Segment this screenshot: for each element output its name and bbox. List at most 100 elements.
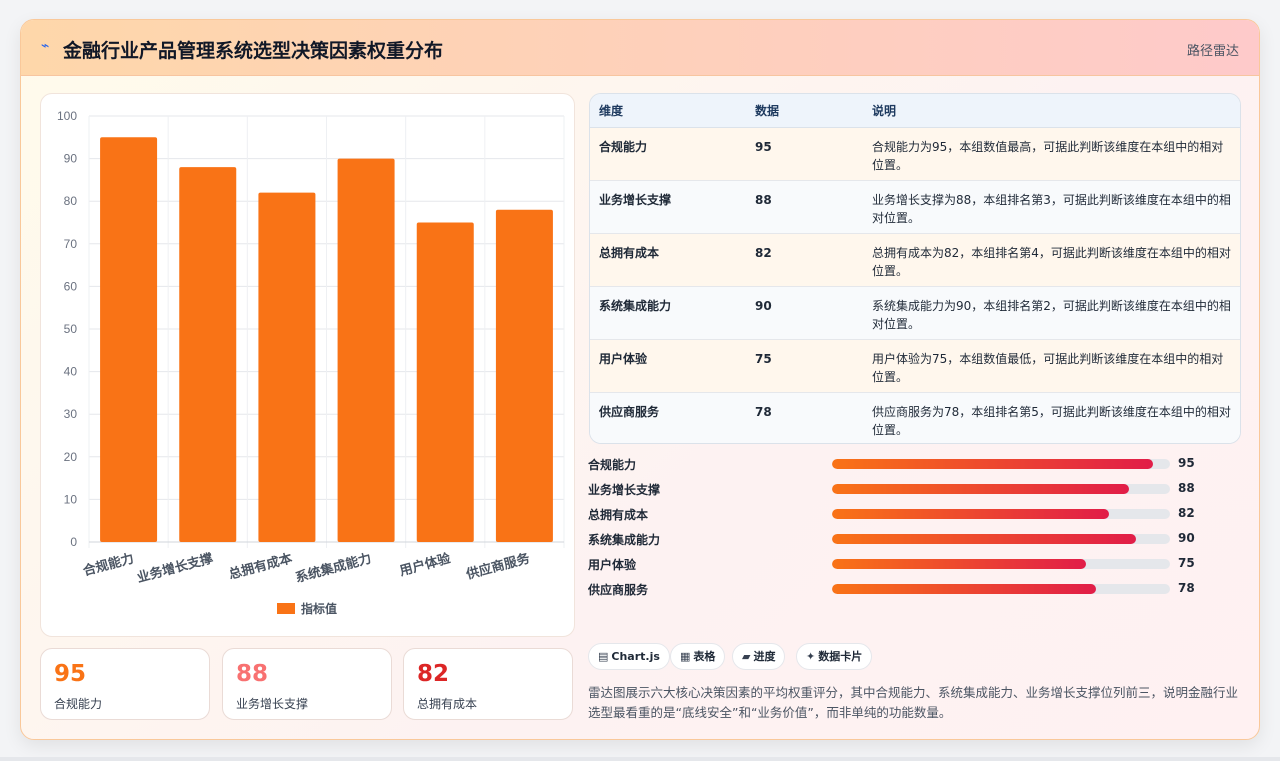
chart-icon: ▤: [598, 650, 609, 663]
table-row: 用户体验 75 用户体验为75，本组数值最低，可据此判断该维度在本组中的相对位置…: [590, 339, 1240, 393]
table-header-row: 维度 数据 说明: [590, 94, 1240, 128]
table-row: 合规能力 95 合规能力为95，本组数值最高，可据此判断该维度在本组中的相对位置…: [590, 127, 1240, 181]
header-bar: ⌁ 金融行业产品管理系统选型决策因素权重分布 路径雷达: [21, 20, 1259, 76]
progress-label: 合规能力: [588, 458, 637, 472]
progress-label: 系统集成能力: [588, 533, 661, 547]
table-row: 总拥有成本 82 总拥有成本为82，本组排名第4，可据此判断该维度在本组中的相对…: [590, 233, 1240, 287]
bar: [179, 167, 237, 542]
progress-icon: ▰: [742, 650, 751, 663]
kpi-value: 95: [54, 661, 87, 687]
x-tick-label: 供应商服务: [464, 550, 533, 583]
progress-track: [832, 534, 1170, 544]
data-table: 维度 数据 说明 合规能力 95 合规能力为95，本组数值最高，可据此判断该维度…: [589, 93, 1241, 444]
progress-label: 业务增长支撑: [588, 483, 661, 497]
progress-value: 88: [1178, 481, 1195, 495]
bar: [100, 137, 158, 543]
progress-list: 合规能力 95 业务增长支撑 88 总拥有成本 82 系统集成能力 90 用户体…: [588, 456, 1228, 606]
table-header-value: 数据: [746, 94, 863, 128]
tag-label: 表格: [693, 650, 716, 663]
progress-label: 用户体验: [588, 558, 637, 572]
progress-row: 业务增长支撑 88: [588, 481, 1228, 506]
kpi-value: 82: [417, 661, 450, 687]
tag-label: Chart.js: [611, 650, 660, 663]
bar: [337, 158, 395, 542]
progress-value: 78: [1178, 581, 1195, 595]
tag-label: 进度: [753, 650, 776, 663]
page-title: 金融行业产品管理系统选型决策因素权重分布: [63, 40, 444, 62]
cell-note: 供应商服务为78，本组排名第5，可据此判断该维度在本组中的相对位置。: [872, 404, 1231, 437]
cell-value: 88: [746, 180, 863, 234]
x-tick-label: 用户体验: [397, 550, 453, 579]
x-tick-label: 系统集成能力: [294, 550, 373, 586]
y-tick-label: 50: [64, 322, 78, 336]
cell-dimension: 系统集成能力: [590, 286, 746, 340]
card-icon: ✦: [806, 650, 816, 663]
kpi-card-1: 95 合规能力: [40, 648, 210, 720]
progress-track: [832, 584, 1170, 594]
legend-swatch: [277, 603, 295, 614]
kpi-card-2: 88 业务增长支撑: [222, 648, 392, 720]
tag-data-card[interactable]: ✦ 数据卡片: [796, 643, 873, 670]
table-row: 系统集成能力 90 系统集成能力为90，本组排名第2，可据此判断该维度在本组中的…: [590, 286, 1240, 340]
tag-progress[interactable]: ▰ 进度: [732, 643, 786, 670]
y-tick-label: 40: [64, 365, 78, 379]
progress-fill: [832, 484, 1130, 494]
progress-fill: [832, 559, 1086, 569]
progress-value: 82: [1178, 506, 1195, 520]
tag-table[interactable]: ▦ 表格: [670, 643, 726, 670]
x-tick-label: 总拥有成本: [227, 550, 294, 582]
table-icon: ▦: [680, 650, 691, 663]
cell-note: 总拥有成本为82，本组排名第4，可据此判断该维度在本组中的相对位置。: [863, 233, 1240, 287]
cell-value: 75: [746, 339, 863, 393]
bar-chart: 0 10 20 30 40 50 60 70 80 90 100 合规能力 业务增长支撑 总拥有成本 系统集…: [57, 109, 565, 616]
y-tick-label: 60: [64, 279, 78, 293]
legend-label: 指标值: [301, 601, 337, 616]
y-tick-label: 0: [70, 535, 77, 549]
cell-dimension: 业务增长支撑: [590, 180, 746, 234]
y-tick-label: 100: [57, 109, 77, 123]
y-tick-label: 20: [64, 450, 78, 464]
kpi-value: 88: [236, 661, 269, 687]
y-tick-label: 30: [64, 407, 78, 421]
cell-note: 系统集成能力为90，本组排名第2，可据此判断该维度在本组中的相对位置。: [863, 286, 1240, 340]
progress-track: [832, 459, 1170, 469]
progress-row: 合规能力 95: [588, 456, 1228, 481]
bar: [495, 209, 553, 542]
progress-track: [832, 509, 1170, 519]
x-tick-label: 业务增长支撑: [135, 550, 214, 586]
cell-dimension: 总拥有成本: [590, 233, 746, 287]
cell-value: 90: [746, 286, 863, 340]
table-row: 业务增长支撑 88 业务增长支撑为88，本组排名第3，可据此判断该维度在本组中的…: [590, 180, 1240, 234]
bar: [258, 192, 316, 542]
kpi-label: 合规能力: [54, 697, 103, 711]
cell-value: 78: [755, 404, 772, 419]
progress-label: 供应商服务: [588, 583, 649, 597]
progress-label: 总拥有成本: [588, 508, 649, 522]
line-chart-icon: ⌁: [41, 38, 50, 54]
kpi-card-3: 82 总拥有成本: [403, 648, 573, 720]
tag-label: 数据卡片: [818, 650, 863, 663]
x-tick-label: 合规能力: [81, 550, 135, 579]
table-header-note: 说明: [863, 94, 1240, 128]
bar-chart-panel: 0 10 20 30 40 50 60 70 80 90 100 合规能力 业务增长支撑 总拥有成本 系统集…: [40, 93, 575, 637]
progress-value: 90: [1178, 531, 1195, 545]
progress-fill: [832, 584, 1096, 594]
cell-note: 用户体验为75，本组数值最低，可据此判断该维度在本组中的相对位置。: [863, 339, 1240, 393]
y-tick-label: 90: [64, 152, 78, 166]
progress-fill: [832, 459, 1154, 469]
progress-track: [832, 559, 1170, 569]
progress-track: [832, 484, 1170, 494]
y-tick-label: 10: [64, 492, 78, 506]
y-tick-label: 70: [64, 237, 78, 251]
header-subtitle: 路径雷达: [1186, 44, 1239, 59]
table-header-dimension: 维度: [590, 94, 746, 128]
cell-value: 82: [746, 233, 863, 287]
cell-dimension: 合规能力: [590, 127, 746, 181]
cell-value: 95: [746, 127, 863, 181]
kpi-label: 业务增长支撑: [236, 697, 309, 711]
tag-chartjs[interactable]: ▤ Chart.js: [588, 643, 670, 670]
progress-value: 95: [1178, 456, 1195, 470]
cell-note: 业务增长支撑为88，本组排名第3，可据此判断该维度在本组中的相对位置。: [863, 180, 1240, 234]
progress-row: 用户体验 75: [588, 556, 1228, 581]
cell-dimension: 用户体验: [590, 339, 746, 393]
